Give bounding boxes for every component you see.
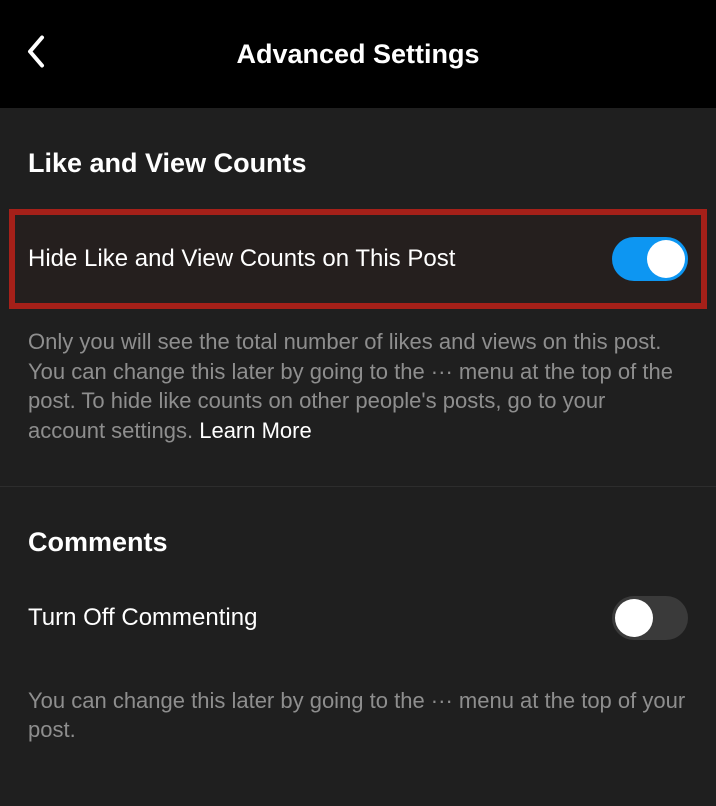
chevron-left-icon [24, 34, 46, 70]
toggle-knob [615, 599, 653, 637]
page-title: Advanced Settings [0, 39, 716, 70]
learn-more-link[interactable]: Learn More [199, 418, 312, 443]
section-title-comments: Comments [28, 487, 688, 568]
turn-off-commenting-description: You can change this later by going to th… [28, 668, 688, 785]
toggle-knob [647, 240, 685, 278]
row-hide-like-counts[interactable]: Hide Like and View Counts on This Post [9, 209, 707, 309]
hide-like-counts-label: Hide Like and View Counts on This Post [28, 245, 455, 273]
section-comments: Comments Turn Off Commenting You can cha… [0, 487, 716, 785]
section-title-likes: Like and View Counts [28, 108, 688, 189]
header-bar: Advanced Settings [0, 0, 716, 108]
hide-like-counts-description: Only you will see the total number of li… [28, 309, 688, 486]
turn-off-commenting-toggle[interactable] [612, 596, 688, 640]
section-like-counts: Like and View Counts Hide Like and View … [0, 108, 716, 486]
row-turn-off-commenting[interactable]: Turn Off Commenting [28, 568, 688, 668]
turn-off-commenting-label: Turn Off Commenting [28, 604, 257, 632]
back-button[interactable] [24, 34, 46, 75]
hide-like-counts-toggle[interactable] [612, 237, 688, 281]
description-text: Only you will see the total number of li… [28, 329, 673, 443]
